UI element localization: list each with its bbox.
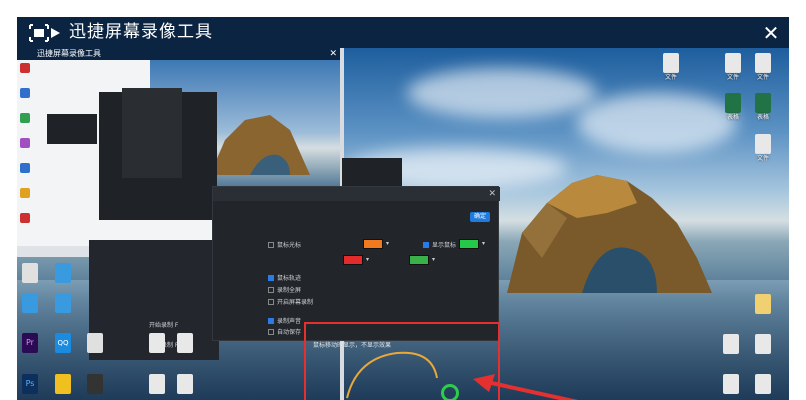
checkbox[interactable] xyxy=(268,318,274,324)
chevron-down-icon[interactable]: ▾ xyxy=(386,240,389,247)
cloud xyxy=(407,68,597,118)
settings-dialog: ✕ 确定 鼠标光标 ▾ 显示鼠标 ▾ ▾ ▾ 鼠标轨迹 开启屏幕录制 录制声音 … xyxy=(212,186,500,341)
chevron-down-icon[interactable]: ▾ xyxy=(366,256,369,263)
desktop-file-icon[interactable] xyxy=(663,53,679,73)
mini-icon xyxy=(20,138,30,148)
desktop-app-icon[interactable] xyxy=(87,374,103,394)
app-window: 迅捷屏幕录像工具 ✕ 文件 文件 文件 表格 表格 文件 迅捷屏幕录像工具 ✕ … xyxy=(17,17,789,400)
screen-preview: 文件 文件 文件 表格 表格 文件 迅捷屏幕录像工具 ✕ 开始录制 F Pr Q… xyxy=(17,48,789,400)
mini-icon xyxy=(20,188,30,198)
desktop-app-icon[interactable] xyxy=(22,293,38,313)
desktop-file-icon[interactable] xyxy=(177,333,193,353)
desktop-file-icon[interactable] xyxy=(177,374,193,394)
close-button[interactable]: ✕ xyxy=(759,21,783,45)
mini-icon xyxy=(20,113,30,123)
checkbox[interactable] xyxy=(268,242,274,248)
right-click-color-swatch[interactable] xyxy=(409,255,429,265)
app-logo-icon xyxy=(29,24,60,42)
desktop-file-icon[interactable] xyxy=(22,263,38,283)
desktop-icon-label: 表格 xyxy=(756,114,769,121)
desktop-app-icon[interactable] xyxy=(55,263,71,283)
option-record-audio[interactable]: 录制声音 xyxy=(268,318,301,326)
chevron-down-icon[interactable]: ▾ xyxy=(482,240,485,247)
mini-icon xyxy=(20,163,30,173)
nested-title: 迅捷屏幕录像工具 xyxy=(37,49,101,58)
desktop-file-icon[interactable] xyxy=(725,53,741,73)
desktop-icon-label: 文件 xyxy=(756,74,769,81)
checkbox[interactable] xyxy=(423,242,429,248)
cursor-color-swatch[interactable] xyxy=(363,239,383,249)
option-mouse-trail[interactable]: 鼠标轨迹 xyxy=(268,275,301,283)
desktop-file-icon[interactable] xyxy=(755,334,771,354)
qq-icon[interactable]: QQ xyxy=(55,333,71,353)
mini-icon xyxy=(20,63,30,73)
checkbox[interactable] xyxy=(268,299,274,305)
mini-dark-window xyxy=(47,114,97,144)
start-hotkey-label: 开始录制 F xyxy=(149,322,179,329)
desktop-file-icon[interactable] xyxy=(755,134,771,154)
option-show-mouse[interactable]: 显示鼠标 xyxy=(423,242,456,250)
folder-icon[interactable] xyxy=(755,294,771,314)
desktop-icon-label: 文件 xyxy=(664,74,677,81)
mini-icon xyxy=(20,88,30,98)
desktop-app-icon[interactable] xyxy=(55,374,71,394)
nested-title-bar: 迅捷屏幕录像工具 ✕ xyxy=(17,48,340,60)
dialog-confirm-button[interactable]: 确定 xyxy=(470,212,490,222)
option-fullscreen[interactable]: 录制全屏 xyxy=(268,287,301,295)
photoshop-icon[interactable]: Ps xyxy=(22,374,38,394)
option-auto-save[interactable]: 自动保存 xyxy=(268,329,301,337)
rock-arch-image xyxy=(507,175,712,293)
app-title: 迅捷屏幕录像工具 xyxy=(69,22,213,42)
dialog-close-button[interactable]: ✕ xyxy=(488,187,496,201)
excel-file-icon[interactable] xyxy=(755,93,771,113)
cloud xyxy=(577,93,737,153)
checkbox[interactable] xyxy=(268,275,274,281)
option-screen-record[interactable]: 开启屏幕录制 xyxy=(268,299,313,307)
desktop-icon-label: 文件 xyxy=(756,155,769,162)
desktop-file-icon[interactable] xyxy=(755,53,771,73)
desktop-file-icon[interactable] xyxy=(149,333,165,353)
desktop-file-icon[interactable] xyxy=(723,334,739,354)
desktop-file-icon[interactable] xyxy=(149,374,165,394)
option-cursor[interactable]: 鼠标光标 xyxy=(268,242,301,250)
premiere-icon[interactable]: Pr xyxy=(22,333,38,353)
title-bar: 迅捷屏幕录像工具 ✕ xyxy=(17,17,789,48)
left-click-color-swatch[interactable] xyxy=(343,255,363,265)
mini-dark-window xyxy=(122,88,182,178)
settings-dialog-header: ✕ xyxy=(213,187,500,201)
desktop-file-icon[interactable] xyxy=(755,374,771,394)
nested-close-icon: ✕ xyxy=(329,49,337,59)
highlight-color-swatch[interactable] xyxy=(459,239,479,249)
desktop-app-icon[interactable] xyxy=(55,293,71,313)
chevron-down-icon[interactable]: ▾ xyxy=(432,256,435,263)
checkbox[interactable] xyxy=(268,287,274,293)
checkbox[interactable] xyxy=(268,329,274,335)
desktop-file-icon[interactable] xyxy=(723,374,739,394)
mini-icon xyxy=(20,213,30,223)
desktop-file-icon[interactable] xyxy=(87,333,103,353)
arrow-icon xyxy=(473,374,579,400)
excel-file-icon[interactable] xyxy=(725,93,741,113)
